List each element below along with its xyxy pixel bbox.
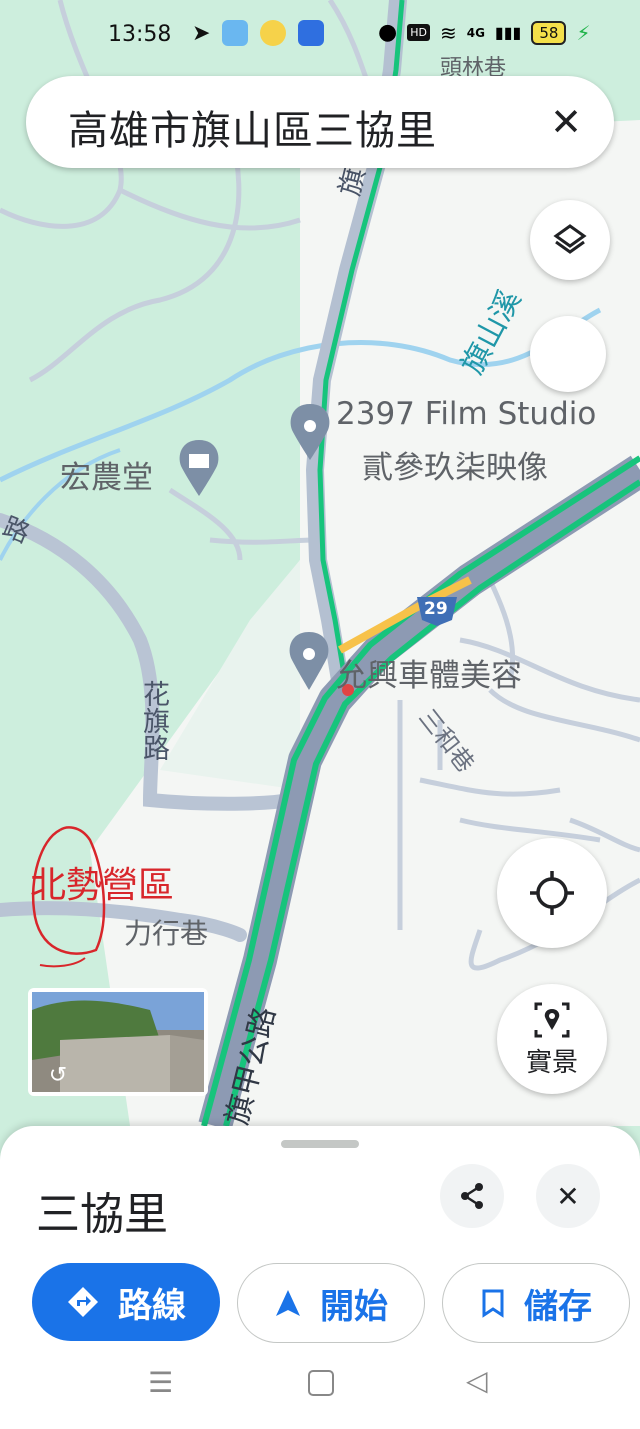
close-search-icon[interactable]: ✕ [550, 100, 582, 144]
poi-label-temple[interactable]: 宏農堂 [60, 452, 153, 497]
compass-button[interactable] [530, 316, 606, 392]
route-shield-number: 29 [424, 599, 448, 619]
start-label: 開始 [320, 1286, 388, 1327]
status-bar: 13:58 ➤ ● HD ≋ 4G ▮▮▮ 58 ⚡ [0, 0, 640, 72]
poi-label-film-studio[interactable]: 2397 Film Studio [336, 396, 596, 432]
home-icon[interactable] [308, 1370, 334, 1396]
layers-button[interactable] [530, 200, 610, 280]
sheet-drag-handle[interactable] [281, 1140, 359, 1148]
road-label-lixing: 力行巷 [124, 917, 209, 950]
save-label: 儲存 [524, 1286, 592, 1327]
start-button[interactable]: 開始 [237, 1263, 425, 1343]
poi-label-auto-body[interactable]: 允興車體美容 [336, 650, 522, 695]
svg-text:↺: ↺ [49, 1063, 67, 1088]
layers-icon [553, 224, 587, 254]
wifi-icon: ≋ [439, 20, 457, 45]
street-view-icon [534, 1002, 570, 1037]
my-location-button[interactable] [497, 838, 607, 948]
app-notification-icon [298, 20, 325, 46]
weibo-icon [260, 20, 287, 46]
hd-icon: HD [407, 24, 430, 41]
search-query[interactable]: 高雄市旗山區三協里 [68, 98, 437, 156]
signal-icon: ▮▮▮ [494, 23, 522, 42]
network-type: 4G [466, 25, 485, 40]
navigation-arrow-icon: ➤ [192, 20, 211, 46]
location-icon: ● [378, 20, 398, 45]
bookmark-icon [482, 1289, 504, 1318]
navigation-arrow-icon [276, 1290, 300, 1316]
directions-icon [68, 1287, 98, 1317]
crosshair-icon [530, 871, 574, 915]
road-label-huaqi: 花旗路 [138, 680, 169, 761]
search-bar[interactable]: 高雄市旗山區三協里 ✕ [26, 76, 614, 168]
directions-label: 路線 [118, 1285, 186, 1326]
close-icon: ✕ [556, 1179, 580, 1213]
share-icon [461, 1183, 483, 1209]
poi-sublabel-film-studio[interactable]: 貳參玖柒映像 [362, 442, 548, 487]
directions-button[interactable]: 路線 [32, 1263, 220, 1341]
charging-icon: ⚡ [576, 20, 591, 45]
street-view-label: 實景 [525, 1047, 578, 1078]
system-nav-bar: ☰ ◁ [0, 1364, 640, 1406]
share-button[interactable] [440, 1164, 504, 1228]
street-view-thumbnail[interactable]: ↺ [28, 988, 208, 1096]
battery-level: 58 [531, 20, 567, 45]
weather-icon [222, 20, 249, 46]
save-button[interactable]: 儲存 [442, 1263, 630, 1343]
status-time: 13:58 [108, 22, 172, 47]
menu-icon[interactable]: ☰ [148, 1366, 173, 1399]
annotation-text: 北勢營區 [30, 865, 175, 906]
street-view-button[interactable]: 實景 [497, 984, 607, 1094]
place-title: 三協里 [36, 1189, 168, 1240]
close-sheet-button[interactable]: ✕ [536, 1164, 600, 1228]
back-icon[interactable]: ◁ [466, 1364, 488, 1397]
